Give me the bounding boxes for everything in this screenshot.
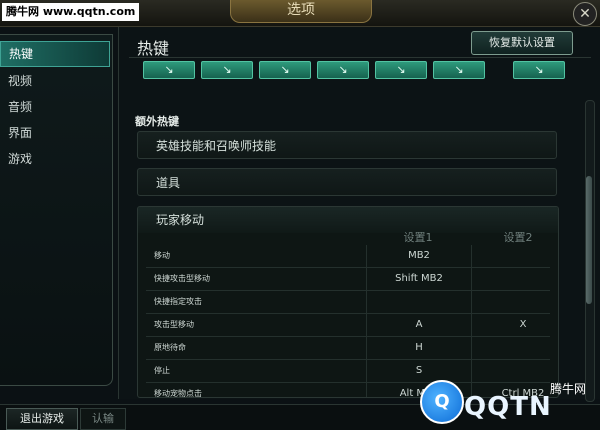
sidebar-item-interface[interactable]: 界面 bbox=[0, 121, 112, 145]
hotkeys-panel: 热键 恢复默认设置 ↘ ↘ ↘ ↘ ↘ ↘ ↘ 额外热键 英雄技能和召唤师技能 … bbox=[118, 27, 600, 399]
row-label: 停止 bbox=[154, 366, 170, 375]
logo-icon: Q bbox=[420, 380, 464, 424]
category-player-move: 玩家移动 设置1 设置2 移动 MB2 快捷攻击型移动 Shift MB2 快捷… bbox=[137, 206, 559, 398]
key-arrow-icon[interactable]: ↘ bbox=[375, 61, 427, 79]
keybind-slot-2[interactable] bbox=[471, 337, 558, 359]
sidebar-item-video[interactable]: 视频 bbox=[0, 69, 112, 93]
keybind-slot-1[interactable] bbox=[366, 291, 472, 313]
sidebar: 热键 视频 音频 界面 游戏 bbox=[0, 34, 113, 386]
key-arrow-icon[interactable]: ↘ bbox=[259, 61, 311, 79]
close-icon: ✕ bbox=[579, 6, 591, 22]
row-label: 攻击型移动 bbox=[154, 320, 194, 329]
extra-hotkeys-heading: 额外热键 bbox=[135, 115, 179, 128]
key-button-row: ↘ ↘ ↘ ↘ ↘ ↘ ↘ bbox=[143, 61, 565, 79]
table-row: 快捷指定攻击 bbox=[146, 291, 550, 314]
column-header-1: 设置1 bbox=[403, 231, 433, 244]
table-row: 原地待命 H bbox=[146, 337, 550, 360]
category-items[interactable]: 道具 bbox=[137, 168, 557, 196]
table-row: 快捷攻击型移动 Shift MB2 bbox=[146, 268, 550, 291]
category-hero-skills[interactable]: 英雄技能和召唤师技能 bbox=[137, 131, 557, 159]
surrender-button[interactable]: 认输 bbox=[80, 408, 126, 430]
sidebar-item-hotkeys[interactable]: 热键 bbox=[0, 41, 110, 67]
key-arrow-icon[interactable]: ↘ bbox=[201, 61, 253, 79]
panel-title: 热键 bbox=[137, 39, 170, 58]
table-row: 攻击型移动 A X bbox=[146, 314, 550, 337]
reset-defaults-button[interactable]: 恢复默认设置 bbox=[471, 31, 573, 55]
sidebar-item-audio[interactable]: 音频 bbox=[0, 95, 112, 119]
watermark-logo: Q QQTN 腾牛网 bbox=[414, 378, 600, 429]
keybind-slot-2[interactable] bbox=[471, 245, 558, 267]
keybind-slot-1[interactable]: H bbox=[366, 337, 472, 359]
table-row: 移动 MB2 bbox=[146, 245, 550, 268]
row-label: 移动宠物点击 bbox=[154, 389, 202, 398]
row-label: 移动 bbox=[154, 251, 170, 260]
row-label: 快捷攻击型移动 bbox=[154, 274, 210, 283]
logo-text: QQTN bbox=[464, 392, 552, 422]
divider bbox=[129, 57, 591, 58]
keybind-slot-2[interactable]: X bbox=[471, 314, 558, 336]
scrollbar-thumb[interactable] bbox=[586, 176, 592, 304]
keybind-slot-1[interactable]: MB2 bbox=[366, 245, 472, 267]
keybind-slot-2[interactable] bbox=[471, 291, 558, 313]
keybind-slot-2[interactable] bbox=[471, 268, 558, 290]
sidebar-item-game[interactable]: 游戏 bbox=[0, 147, 112, 171]
logo-subtext: 腾牛网 bbox=[550, 382, 587, 396]
column-header-2: 设置2 bbox=[503, 231, 533, 244]
window-title: 选项 bbox=[230, 0, 372, 23]
key-arrow-icon[interactable]: ↘ bbox=[143, 61, 195, 79]
keybind-slot-1[interactable]: A bbox=[366, 314, 472, 336]
key-arrow-icon[interactable]: ↘ bbox=[317, 61, 369, 79]
watermark-text: 腾牛网 www.qqtn.com bbox=[2, 3, 140, 21]
exit-game-button[interactable]: 退出游戏 bbox=[6, 408, 78, 430]
key-arrow-icon[interactable]: ↘ bbox=[433, 61, 485, 79]
keybind-slot-1[interactable]: Shift MB2 bbox=[366, 268, 472, 290]
key-arrow-icon[interactable]: ↘ bbox=[513, 61, 565, 79]
row-label: 快捷指定攻击 bbox=[154, 297, 202, 306]
row-label: 原地待命 bbox=[154, 343, 186, 352]
close-button[interactable]: ✕ bbox=[573, 2, 597, 26]
